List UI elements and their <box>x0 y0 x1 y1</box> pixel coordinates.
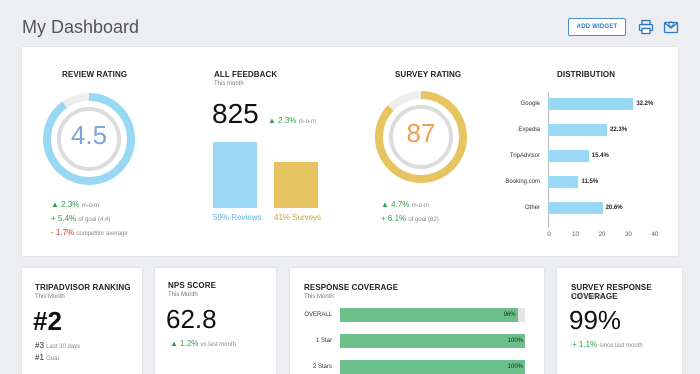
distribution-tick-label: 10 <box>572 232 579 238</box>
coverage-value-label: 100% <box>507 364 523 370</box>
distribution-tick-label: 20 <box>598 232 606 238</box>
survey-response-subtitle: This Month <box>571 294 601 300</box>
review-rating-stats: ▲ 2.3% m-o-m + 5.4% of goal (4.4) - 1.7%… <box>51 200 161 242</box>
distribution-chart: Google 32.2% Expedia 22.3% TripAdvisor 15.4% B… <box>490 92 670 242</box>
distribution-value-label: 11.5% <box>581 179 599 185</box>
distribution-bar <box>548 98 634 110</box>
row-label: Last 30 days <box>46 344 81 350</box>
all-feedback-value: 825 <box>212 98 259 129</box>
survey-response-value: 99% <box>569 305 622 335</box>
delta-value: ▲ 2.3% <box>268 116 297 125</box>
print-icon[interactable] <box>638 19 654 35</box>
tripadvisor-value: #2 <box>33 306 62 336</box>
stat-label: m-o-m <box>81 203 99 209</box>
review-rating-value: 4.5 <box>70 120 108 150</box>
distribution-category-label: Expedia <box>518 127 540 133</box>
stat-value: 2.3% <box>61 200 80 209</box>
surveys-label: 41% Surveys <box>274 213 321 222</box>
row-value: #1 <box>35 353 44 362</box>
stat-label: competitor average <box>76 231 128 237</box>
distribution-category-label: Google <box>520 101 540 107</box>
surveys-pct: 41% <box>274 213 291 222</box>
stat-sign: + <box>381 214 386 223</box>
response-coverage-title: RESPONSE COVERAGE <box>304 283 399 292</box>
response-coverage-chart: OVERALL 96% 1 Star 100% 2 Stars 100% <box>296 306 536 374</box>
all-feedback-subtitle: This month <box>214 81 244 87</box>
stat-label: of goal (82) <box>408 217 439 223</box>
survey-rating-title: SURVEY RATING <box>395 70 462 79</box>
coverage-category-label: OVERALL <box>304 312 332 318</box>
coverage-category-label: 2 Stars <box>312 364 332 370</box>
coverage-bar <box>340 360 525 374</box>
stat-row: + 5.4% of goal (4.4) <box>51 214 161 228</box>
row-label: Goal <box>46 356 59 362</box>
distribution-bar <box>548 150 589 162</box>
distribution-title: DISTRIBUTION <box>557 70 616 79</box>
stat-sign: ▲ <box>51 200 59 209</box>
tripadvisor-title: TRIPADVISOR RANKING <box>35 283 131 292</box>
email-icon[interactable] <box>663 19 679 35</box>
coverage-bar <box>340 334 525 348</box>
reviews-pct: 59% <box>213 213 230 222</box>
stat-row: ▲ 4.7% m-o-m <box>381 200 491 214</box>
delta-value: + 1.1% <box>572 340 598 349</box>
stat-value: 5.4% <box>57 214 77 223</box>
stat-row: - 1.7% competitor average <box>51 228 161 242</box>
survey-rating-value: 87 <box>406 118 436 148</box>
stat-sign: - <box>51 228 54 237</box>
nps-delta: ▲ 1.2% vs last month <box>170 339 236 348</box>
delta-value: ▲ 1.2% <box>170 339 199 348</box>
stat-value: 4.7% <box>391 200 410 209</box>
delta-label: m-o-m <box>298 119 316 125</box>
reviews-bar <box>213 142 257 208</box>
stat-value: 6.1% <box>387 214 407 223</box>
distribution-bar <box>548 176 579 188</box>
tripadvisor-subtitle: This Month <box>35 294 65 300</box>
page-title: My Dashboard <box>22 17 140 37</box>
distribution-category-label: Booking.com <box>505 179 540 185</box>
add-widget-button[interactable]: ADD WIDGET <box>568 18 626 36</box>
coverage-category-label: 1 Star <box>315 338 332 344</box>
stat-label: m-o-m <box>411 203 429 209</box>
stat-sign: + <box>51 214 56 223</box>
distribution-bar <box>548 124 608 136</box>
distribution-value-label: 22.3% <box>610 127 628 133</box>
distribution-bar <box>548 202 603 214</box>
response-coverage-subtitle: This Month <box>304 294 334 300</box>
nps-title: NPS SCORE <box>168 281 217 290</box>
distribution-category-label: TripAdvisor <box>509 153 540 159</box>
reviews-label: 59% Reviews <box>213 213 261 222</box>
distribution-tick-label: 0 <box>547 232 551 238</box>
coverage-value-label: 96% <box>503 312 516 318</box>
tripadvisor-row: #3 Last 30 days <box>35 341 80 350</box>
nps-value: 62.8 <box>166 304 217 334</box>
distribution-tick-label: 30 <box>625 232 632 238</box>
nps-subtitle: This Month <box>168 292 198 298</box>
stat-value: 1.7% <box>55 228 75 237</box>
survey-response-delta: + 1.1% since last month <box>572 340 643 349</box>
stat-label: of goal (4.4) <box>78 217 111 223</box>
review-rating-title: REVIEW RATING <box>62 70 128 79</box>
surveys-text: Surveys <box>292 213 322 222</box>
distribution-value-label: 20.6% <box>605 205 623 211</box>
coverage-bar <box>340 308 518 322</box>
coverage-value-label: 100% <box>507 338 523 344</box>
distribution-value-label: 15.4% <box>591 153 609 159</box>
delta-label: vs last month <box>200 342 236 348</box>
survey-rating-stats: ▲ 4.7% m-o-m + 6.1% of goal (82) <box>381 200 491 228</box>
surveys-bar <box>274 162 318 208</box>
all-feedback-title: ALL FEEDBACK <box>214 70 278 79</box>
distribution-value-label: 32.2% <box>636 101 654 107</box>
delta-label: since last month <box>599 343 643 349</box>
tripadvisor-row: #1 Goal <box>35 353 59 362</box>
stat-row: ▲ 2.3% m-o-m <box>51 200 161 214</box>
row-value: #3 <box>35 341 44 350</box>
stat-sign: ▲ <box>381 200 389 209</box>
distribution-category-label: Other <box>524 205 540 211</box>
distribution-tick-label: 40 <box>651 232 659 238</box>
reviews-text: Reviews <box>231 213 262 222</box>
stat-row: + 6.1% of goal (82) <box>381 214 491 228</box>
all-feedback-delta: ▲ 2.3% m-o-m <box>268 116 316 125</box>
